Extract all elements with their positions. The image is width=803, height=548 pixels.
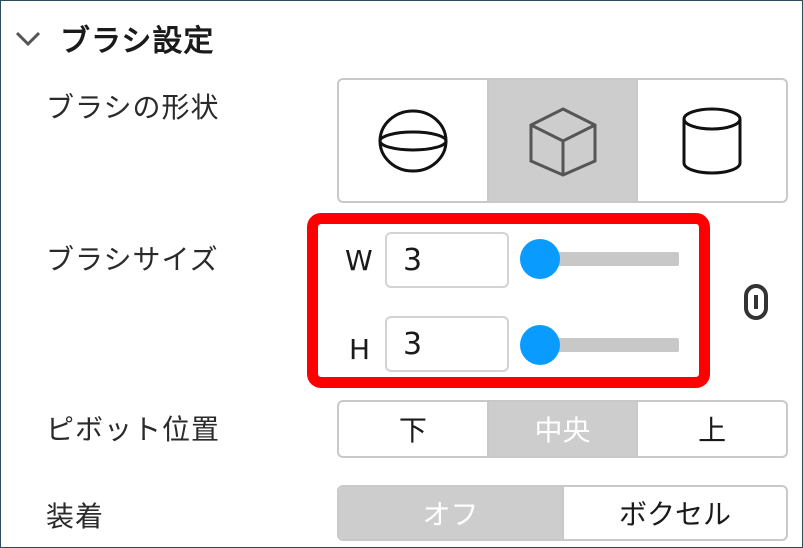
sphere-icon: [378, 109, 448, 172]
section-title: ブラシ設定: [60, 24, 215, 59]
attach-option-off[interactable]: オフ: [339, 487, 564, 539]
cube-icon: [529, 106, 596, 177]
brush-shape-label: ブラシの形状: [46, 91, 220, 124]
width-axis-label: W: [345, 244, 373, 277]
shape-option-cube[interactable]: [488, 80, 639, 201]
height-input[interactable]: 3: [385, 316, 509, 372]
width-input[interactable]: 3: [385, 232, 509, 288]
attach-label: 装着: [46, 500, 105, 533]
chevron-down-icon[interactable]: [14, 26, 42, 50]
shape-option-cylinder[interactable]: [638, 80, 786, 201]
height-slider-thumb[interactable]: [520, 325, 560, 365]
shape-option-sphere[interactable]: [339, 80, 489, 201]
cylinder-icon: [682, 107, 742, 174]
pivot-option-top[interactable]: 上: [638, 402, 786, 456]
pivot-option-center[interactable]: 中央: [488, 402, 639, 456]
pivot-label: ピボット位置: [46, 413, 221, 446]
height-axis-label: H: [349, 333, 371, 366]
width-slider-thumb[interactable]: [520, 239, 560, 279]
brush-shape-selector: [337, 78, 788, 203]
pivot-option-bottom[interactable]: 下: [339, 402, 489, 456]
attach-option-voxel[interactable]: ボクセル: [564, 487, 786, 539]
brush-size-label: ブラシサイズ: [46, 243, 219, 276]
attach-selector: オフ ボクセル: [337, 485, 788, 541]
section-header[interactable]: ブラシ設定: [14, 18, 215, 59]
pivot-selector: 下 中央 上: [337, 400, 788, 458]
link-icon[interactable]: [741, 283, 771, 321]
